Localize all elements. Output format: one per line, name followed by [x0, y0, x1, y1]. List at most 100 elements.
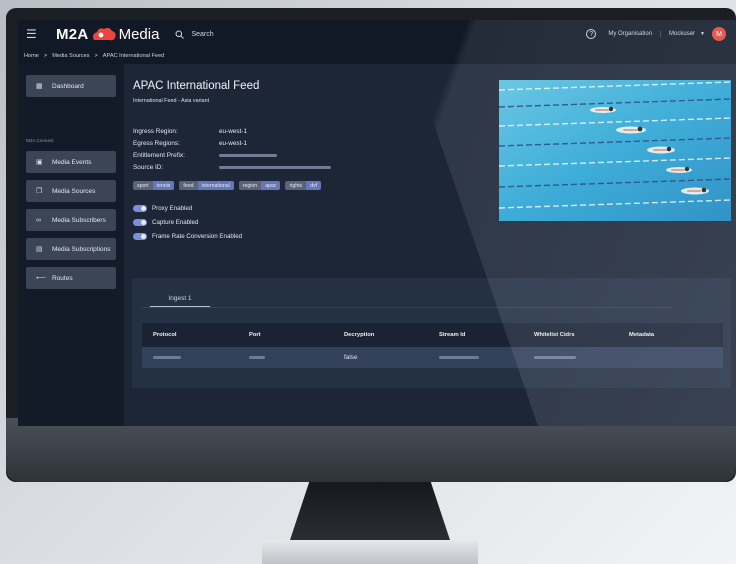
protocol-cell	[142, 354, 238, 361]
sidebar-item-label: Media Subscriptions	[52, 245, 111, 253]
sidebar-item-routes[interactable]: ⟵ Routes	[26, 267, 116, 289]
table-row[interactable]: false	[142, 347, 723, 368]
sidebar: ▦ Dashboard M2A Connect ▣ Media Events ❐…	[18, 64, 124, 426]
breadcrumb-separator: >	[43, 53, 48, 59]
tag: sport tennis	[133, 181, 175, 190]
redacted-value	[249, 356, 265, 359]
property-value: eu-west-1	[219, 127, 248, 135]
screen: ☰ M2A Media Search ? My Organisation Moc…	[18, 20, 736, 426]
sidebar-item-media-events[interactable]: ▣ Media Events	[26, 151, 116, 173]
sidebar-item-media-subscribers[interactable]: ∞ Media Subscribers	[26, 209, 116, 231]
tag-list: sport tennis feed international region a…	[133, 181, 326, 190]
user-menu[interactable]: Mockuser ▼ M	[669, 27, 726, 41]
tag-value: dvf	[306, 181, 322, 190]
toggle-switch[interactable]	[133, 204, 147, 212]
breadcrumb-separator: >	[94, 53, 98, 59]
property-key: Ingress Region:	[133, 127, 178, 135]
table-header: Protocol Port Decryption Stream Id White…	[142, 323, 723, 347]
toggle-capture-enabled[interactable]: Capture Enabled	[133, 215, 242, 229]
sidebar-section-label: M2A Connect	[26, 138, 54, 143]
breadcrumb-media-sources[interactable]: Media Sources	[52, 53, 89, 59]
tag: region apac	[238, 181, 281, 190]
menu-icon[interactable]: ☰	[26, 27, 42, 41]
toggle-switch[interactable]	[133, 232, 147, 240]
column-header: Metadata	[629, 332, 655, 338]
sidebar-item-label: Dashboard	[52, 82, 84, 90]
tag-key: sport	[133, 181, 153, 190]
logo-mark-icon	[92, 27, 116, 41]
feed-properties: Ingress Region: eu-west-1 Egress Regions…	[133, 125, 331, 173]
tag: rights dvf	[285, 181, 322, 190]
property-key: Entitlement Prefix:	[133, 151, 185, 159]
monitor-base	[262, 540, 478, 564]
sidebar-item-media-subscriptions[interactable]: ▤ Media Subscriptions	[26, 238, 116, 260]
property-row: Source ID:	[133, 161, 331, 173]
tab-ingest-1[interactable]: Ingest 1	[150, 290, 210, 307]
ingest-table: Protocol Port Decryption Stream Id White…	[142, 323, 723, 368]
redacted-value	[439, 356, 479, 359]
breadcrumb-current: APAC International Feed	[102, 53, 165, 59]
column-header: Whitelist Cidrs	[534, 332, 575, 338]
sidebar-item-dashboard[interactable]: ▦ Dashboard	[26, 75, 116, 97]
column-header: Protocol	[153, 332, 177, 338]
sidebar-item-media-sources[interactable]: ❐ Media Sources	[26, 180, 116, 202]
monitor-chin	[6, 418, 736, 482]
tag-key: feed	[179, 181, 198, 190]
port-cell	[238, 354, 333, 361]
main-content: APAC International Feed International Fe…	[124, 64, 736, 426]
page-subtitle: International Feed - Asia variant	[133, 98, 210, 104]
top-right-controls: ? My Organisation Mockuser ▼ M	[586, 27, 736, 41]
help-icon[interactable]: ?	[586, 29, 597, 39]
tab-divider	[142, 307, 672, 308]
toggle-proxy-enabled[interactable]: Proxy Enabled	[133, 201, 242, 215]
logo-text-left: M2A	[56, 25, 89, 43]
property-row: Ingress Region: eu-west-1	[133, 125, 331, 137]
ingest-panel: Ingest 1 Protocol Port Decryption Stream…	[132, 278, 731, 388]
redacted-value	[219, 153, 277, 157]
user-name: Mockuser	[669, 31, 696, 37]
toggle-frame-rate-conversion[interactable]: Frame Rate Conversion Enabled	[133, 229, 242, 243]
toggle-label: Frame Rate Conversion Enabled	[152, 232, 243, 240]
property-key: Egress Regions:	[133, 139, 180, 147]
toggle-label: Capture Enabled	[152, 218, 199, 226]
page-title: APAC International Feed	[133, 80, 260, 92]
whitelist-cidrs-cell	[523, 354, 618, 361]
calendar-icon: ▣	[36, 159, 43, 166]
logo[interactable]: M2A Media	[56, 26, 159, 43]
redacted-value	[153, 356, 181, 359]
link-icon: ∞	[36, 216, 41, 224]
tag-value: tennis	[152, 181, 175, 190]
logo-text-right: Media	[118, 25, 160, 43]
top-bar: ☰ M2A Media Search ? My Organisation Moc…	[18, 20, 736, 48]
tag-value: international	[197, 181, 234, 190]
routes-icon: ⟵	[36, 275, 47, 282]
column-header: Stream Id	[439, 332, 466, 338]
stream-id-cell	[428, 354, 523, 361]
monitor-stand	[290, 482, 450, 540]
tag-key: rights	[285, 181, 307, 190]
property-row: Entitlement Prefix:	[133, 149, 331, 161]
avatar[interactable]: M	[712, 27, 726, 41]
breadcrumb-home[interactable]: Home	[24, 53, 39, 59]
property-row: Egress Regions: eu-west-1	[133, 137, 331, 149]
source-preview-image	[499, 80, 731, 221]
property-key: Source ID:	[133, 163, 164, 171]
toggle-list: Proxy Enabled Capture Enabled Frame Rate…	[133, 201, 242, 243]
chevron-down-icon: ▼	[700, 31, 705, 37]
sidebar-item-label: Media Events	[52, 158, 92, 166]
sidebar-item-label: Routes	[52, 274, 73, 282]
dashboard-icon: ▦	[36, 83, 43, 90]
subscriptions-icon: ▤	[36, 246, 43, 253]
toggle-label: Proxy Enabled	[152, 204, 193, 212]
column-header: Decryption	[344, 332, 375, 338]
tag-key: region	[238, 181, 262, 190]
search-label: Search	[191, 30, 214, 38]
sources-icon: ❐	[36, 188, 43, 195]
toggle-switch[interactable]	[133, 218, 147, 226]
search-button[interactable]: Search	[175, 30, 214, 39]
tag: feed international	[179, 181, 234, 190]
organisation-link[interactable]: My Organisation	[608, 31, 662, 37]
column-header: Port	[249, 332, 261, 338]
sidebar-item-label: Media Subscribers	[52, 216, 106, 224]
breadcrumb: Home > Media Sources > APAC Internationa…	[18, 48, 736, 64]
